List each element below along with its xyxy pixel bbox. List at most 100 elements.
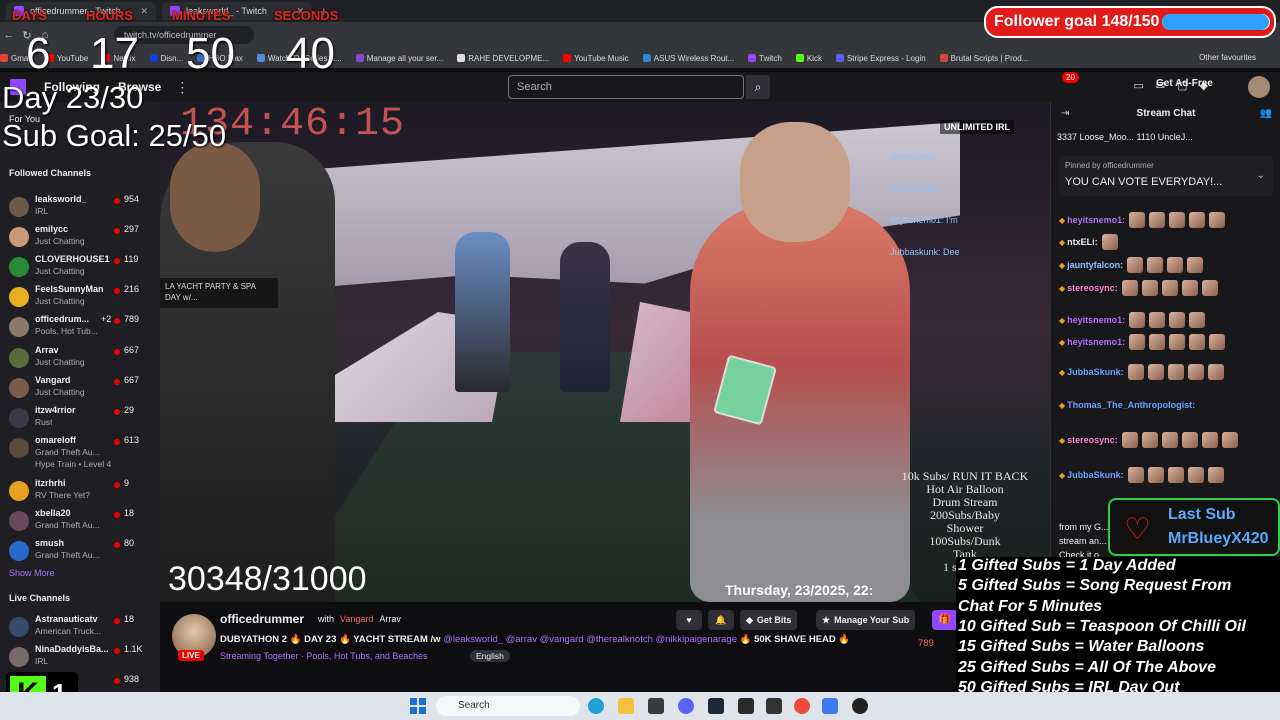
sidebar-channel[interactable]: Vangard Just Chatting 667 [0, 373, 150, 401]
collab-user[interactable]: Arrav [379, 614, 401, 624]
edge-icon[interactable] [588, 698, 604, 714]
store-icon[interactable] [648, 698, 664, 714]
live-dot-icon [114, 542, 120, 548]
chat-username[interactable]: Thomas_The_Anthropologist: [1067, 400, 1195, 410]
gift-sub-button[interactable]: 🎁 [932, 610, 958, 630]
search-input[interactable]: Search [508, 75, 744, 99]
sidebar-channel[interactable]: officedrum... Pools, Hot Tub... 789 +2 [0, 312, 150, 340]
countdown-value: 6 [26, 29, 51, 78]
more-icon[interactable]: ⋮ [175, 79, 189, 96]
emote-icon [1189, 334, 1206, 350]
viewer-count: 119 [124, 254, 139, 264]
obs-icon[interactable] [852, 698, 868, 714]
stream-together-card[interactable]: LA YACHT PARTY & SPA DAY w/... [160, 278, 278, 308]
search-icon[interactable]: ⌕ [746, 75, 770, 99]
file-explorer-icon[interactable] [618, 698, 634, 714]
chat-username[interactable]: jauntyfalcon: [1067, 260, 1123, 270]
chat-message[interactable]: ◆ heyitsnemo1: [1059, 312, 1206, 328]
chat-message[interactable]: ◆ ntxELi: [1059, 234, 1118, 250]
steam-icon[interactable] [708, 698, 724, 714]
gifted-sub-rule: Chat For 5 Minutes [958, 597, 1103, 615]
show-more-link[interactable]: Show More [9, 568, 55, 578]
overlay-chat-line: stereosync: [890, 151, 937, 161]
bookmark-item[interactable]: Brutal Scripts | Prod... [939, 54, 1028, 63]
bookmark-item[interactable]: ASUS Wireless Rout... [642, 54, 734, 63]
viewer-count: 954 [124, 194, 140, 204]
sidebar-channel[interactable]: xbella20 Grand Theft Au... 18 [0, 506, 150, 534]
sidebar-channel[interactable]: omareloff Grand Theft Au... 613 Hype Train … [0, 433, 150, 469]
channel-category: Just Chatting [35, 236, 85, 246]
windows-start-icon[interactable] [410, 698, 426, 714]
chat-message[interactable]: ◆ heyitsnemo1: [1059, 334, 1226, 350]
bookmark-item[interactable]: Twitch [748, 54, 782, 63]
chat-username[interactable]: heyitsnemo1: [1067, 315, 1125, 325]
chat-username[interactable]: heyitsnemo1: [1067, 337, 1125, 347]
user-avatar[interactable] [1248, 76, 1270, 98]
collab-user[interactable]: Vangard [340, 614, 373, 624]
chat-username[interactable]: JubbaSkunk: [1067, 367, 1124, 377]
viewer-count: 297 [124, 224, 140, 234]
notifications-bell-button[interactable]: 🔔 [708, 610, 734, 630]
chat-message[interactable]: ◆ stereosync: [1059, 280, 1218, 296]
chat-username[interactable]: stereosync: [1067, 435, 1118, 445]
follow-heart-button[interactable]: ♥ [676, 610, 702, 630]
sidebar-channel[interactable]: itzrhrhi RV There Yet? 9 [0, 476, 150, 504]
badge-icon: ◆ [1059, 215, 1066, 225]
prime-icon[interactable]: ▭ [1134, 79, 1144, 92]
chrome-icon[interactable] [794, 698, 810, 714]
users-icon[interactable]: 👥 [1260, 108, 1272, 119]
app-icon[interactable] [822, 698, 838, 714]
gifted-sub-rule: 1 Gifted Subs = 1 Day Added [958, 557, 1176, 574]
countdown-value: 50 [186, 29, 235, 78]
chat-username[interactable]: heyitsnemo1: [1067, 215, 1125, 225]
chat-leaderboard[interactable]: 3337 Loose_Moo... 1110 UncleJ... [1057, 132, 1277, 142]
chat-message[interactable]: ◆ heyitsnemo1: [1059, 212, 1226, 228]
taskbar-search[interactable]: Search [436, 696, 580, 716]
other-favourites[interactable]: Other favourites [1199, 53, 1256, 62]
bookmark-item[interactable]: YouTube Music [563, 54, 629, 63]
sidebar-channel[interactable]: Astranauticatv American Truck... 18 [0, 612, 150, 640]
chat-message[interactable]: ◆ Thomas_The_Anthropologist: [1059, 400, 1195, 410]
audio-mixer-icon[interactable] [766, 698, 782, 714]
bookmark-item[interactable]: RAHE DEVELOPME... [457, 54, 549, 63]
title-tags[interactable]: @leaksworld_ @arrav @vangard @therealkno… [443, 634, 737, 645]
streaming-together-link[interactable]: Streaming Together · Pools, Hot Tubs, an… [220, 651, 427, 661]
sidebar-channel[interactable]: leaksworld_ IRL 954 [0, 192, 150, 220]
sidebar-channel[interactable]: CLOVERHOUSE1 Just Chatting 119 [0, 252, 150, 280]
sidebar-channel[interactable]: NinaDaddyisBa... IRL 1.1K [0, 642, 150, 670]
extra-count: +2 [101, 314, 112, 324]
channel-name[interactable]: officedrummer [220, 612, 304, 626]
bookmark-item[interactable]: Manage all your ser... [355, 54, 443, 63]
sidebar-channel[interactable]: Arrav Just Chatting 667 [0, 343, 150, 371]
bookmark-item[interactable]: Stripe Express - Login [835, 54, 926, 63]
get-ad-free-button[interactable]: Get Ad-Free [1156, 78, 1213, 89]
bookmark-item[interactable]: Kick [795, 54, 822, 63]
viewer-count: 789 [918, 638, 934, 649]
emote-icon [1147, 257, 1164, 273]
sidebar-channel[interactable]: itzw4rrior Rust 29 [0, 403, 150, 431]
badge-icon: ◆ [1059, 400, 1066, 410]
video-player[interactable]: 134:46:15 UNLIMITED IRL stereosync: Jubba… [160, 102, 1050, 602]
windows-taskbar: Search [0, 692, 1280, 720]
language-tag[interactable]: English [470, 650, 510, 662]
sidebar-channel[interactable]: emilycc Just Chatting 297 [0, 222, 150, 250]
chat-username[interactable]: stereosync: [1067, 283, 1118, 293]
chat-message[interactable]: ◆ JubbaSkunk: [1059, 467, 1224, 483]
chat-message[interactable]: ◆ stereosync: [1059, 432, 1238, 448]
gifted-sub-rule: 15 Gifted Subs = Water Balloons [958, 638, 1205, 656]
manage-sub-button[interactable]: ★ Manage Your Sub [816, 610, 916, 630]
discord-icon[interactable] [678, 698, 694, 714]
chat-message[interactable]: ◆ JubbaSkunk: [1059, 364, 1224, 380]
get-bits-button[interactable]: ◆ Get Bits [740, 610, 798, 630]
title-tail: 🔥 50K SHAVE HEAD 🔥 [737, 634, 851, 645]
chat-username[interactable]: ntxELi: [1067, 237, 1098, 247]
sidebar-channel[interactable]: FeelsSunnyMan Just Chatting 216 [0, 282, 150, 310]
emote-icon [1129, 334, 1146, 350]
chat-username[interactable]: JubbaSkunk: [1067, 470, 1124, 480]
pinned-message[interactable]: Pinned by officedrummer YOU CAN VOTE EVE… [1059, 156, 1273, 196]
channel-category: Just Chatting [35, 266, 85, 276]
sidebar-channel[interactable]: smush Grand Theft Au... 80 [0, 536, 150, 564]
chevron-down-icon[interactable]: ⌄ [1257, 170, 1265, 181]
app-icon[interactable] [738, 698, 754, 714]
chat-message[interactable]: ◆ jauntyfalcon: [1059, 257, 1204, 273]
